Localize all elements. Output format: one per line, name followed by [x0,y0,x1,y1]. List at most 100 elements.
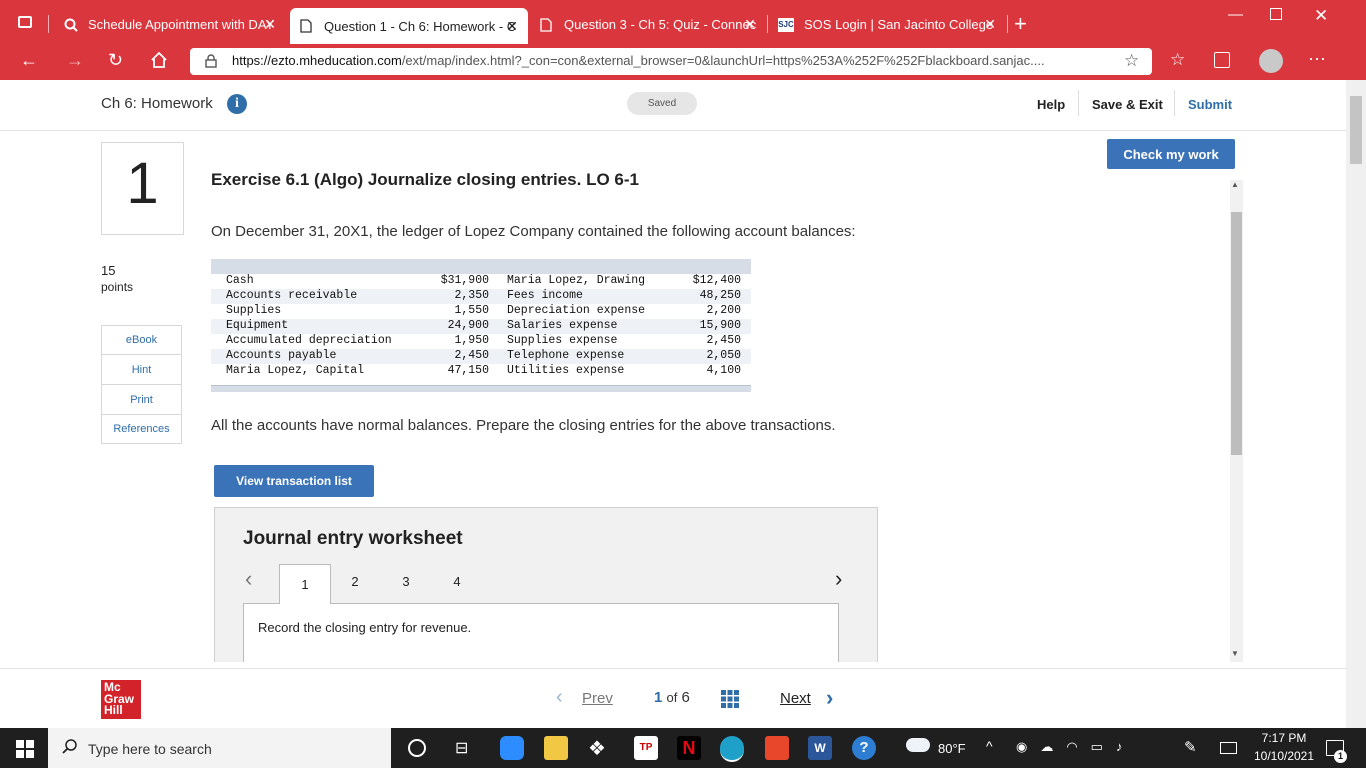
tray-icons[interactable]: ◉☁◠▭♪ [1016,739,1135,755]
grid-view-icon[interactable] [721,690,739,713]
pen-icon[interactable]: ✎ [1184,738,1197,756]
tab-question-1[interactable]: Question 1 - Ch 6: Homework - C ✕ [290,8,528,44]
task-view-icon[interactable]: ⊟ [455,738,468,758]
question-panel: Exercise 6.1 (Algo) Journalize closing e… [200,172,1228,662]
favorites-icon[interactable]: ☆ [1170,50,1185,70]
ledger-amount-left: 1,550 [454,304,489,317]
submit-button[interactable]: Submit [1188,97,1232,112]
ledger-amount-left: 24,900 [447,319,489,332]
prev-chevron-icon[interactable]: ‹ [556,686,563,709]
ledger-row: Accounts payable 2,450 Telephone expense 2,… [211,349,751,364]
notification-badge: 1 [1334,750,1347,763]
file-explorer-icon[interactable] [544,736,568,760]
close-tab-icon[interactable]: ✕ [264,16,276,33]
clock-time[interactable]: 7:17 PM [1252,731,1316,745]
zoom-icon[interactable] [500,736,524,760]
close-window-icon[interactable]: ✕ [1314,6,1328,26]
scroll-down-icon[interactable]: ▼ [1231,649,1239,658]
page-scrollbar[interactable] [1346,80,1366,728]
close-tab-icon[interactable]: ✕ [506,18,518,35]
edge-icon[interactable] [720,736,744,762]
refresh-icon[interactable]: ↻ [108,50,123,71]
mcgraw-hill-logo: Mc Graw Hill [101,680,141,719]
worksheet-tab-1[interactable]: 1 [279,564,331,605]
ledger-account-left: Accounts receivable [226,289,358,302]
references-button[interactable]: References [101,415,182,444]
page-scroll-thumb[interactable] [1350,96,1362,164]
print-button[interactable]: Print [101,385,182,415]
ledger-row: Maria Lopez, Capital 47,150 Utilities expe… [211,364,751,379]
scroll-up-icon[interactable]: ▲ [1231,180,1239,189]
netflix-icon[interactable]: N [677,736,701,760]
check-my-work-button[interactable]: Check my work [1107,139,1235,169]
ledger-amount-right: 2,050 [706,349,741,362]
ledger-account-right: Depreciation expense [507,304,646,317]
tab-actions-icon[interactable] [18,16,32,28]
ledger-amount-left: 2,350 [454,289,489,302]
page-of: of [666,690,678,705]
minimize-icon[interactable]: — [1228,6,1243,23]
ledger-account-right: Supplies expense [507,334,618,347]
question-scroll-thumb[interactable] [1231,212,1242,455]
lock-icon[interactable] [205,54,217,73]
tp-app-icon[interactable]: TP [634,736,658,760]
ledger-amount-left: $31,900 [440,274,489,287]
help-link[interactable]: Help [1037,97,1065,112]
dropbox-icon[interactable]: ❖ [588,736,606,761]
worksheet-tab-4[interactable]: 4 [447,574,467,589]
ledger-amount-left: 1,950 [454,334,489,347]
question-intro: On December 31, 20X1, the ledger of Lope… [211,223,856,240]
url-host: https://ezto.mheducation.com [232,53,402,68]
next-button[interactable]: Next [780,690,811,707]
info-icon[interactable]: i [227,94,247,114]
ledger-account-left: Cash [226,274,254,287]
worksheet-prev-icon[interactable]: ‹ [245,566,252,592]
ebook-button[interactable]: eBook [101,325,182,355]
tab-title: Question 3 - Ch 5: Quiz - Connec [564,17,757,32]
ledger-row: Accumulated depreciation 1,950 Supplies ex… [211,334,751,349]
weather-temperature[interactable]: 80°F [938,741,966,756]
help-app-icon[interactable]: ? [852,736,876,760]
search-icon [62,739,78,760]
next-chevron-icon[interactable]: › [826,685,833,711]
ledger-table: Cash $31,900 Maria Lopez, Drawing $12,400 Ac… [211,259,751,393]
close-tab-icon[interactable]: ✕ [984,16,996,33]
cortana-icon[interactable] [408,739,426,757]
word-icon[interactable]: W [808,736,832,760]
ledger-amount-left: 2,450 [454,349,489,362]
home-icon[interactable] [150,51,168,74]
hint-button[interactable]: Hint [101,355,182,385]
close-tab-icon[interactable]: ✕ [744,16,756,33]
view-transaction-list-button[interactable]: View transaction list [214,465,374,497]
taskbar-search-input[interactable]: Type here to search [88,741,212,757]
worksheet-tab-3[interactable]: 3 [396,574,416,589]
clock-date[interactable]: 10/10/2021 [1248,749,1320,763]
worksheet-next-icon[interactable]: › [835,566,842,592]
add-favorite-icon[interactable]: ☆ [1124,51,1139,71]
prev-button[interactable]: Prev [582,690,613,707]
instruction-text: All the accounts have normal balances. P… [211,417,836,434]
ledger-amount-right: 15,900 [699,319,741,332]
more-menu-icon[interactable]: ··· [1308,48,1326,69]
maximize-icon[interactable] [1270,8,1282,20]
weather-cloud-icon [906,738,930,752]
touch-keyboard-icon[interactable] [1220,742,1237,754]
page-icon [300,19,314,33]
table-top-rule [211,259,751,274]
forward-icon[interactable]: → [66,50,84,71]
logo-line: Hill [104,703,123,717]
windows-start-icon[interactable] [16,740,34,763]
profile-avatar[interactable] [1259,49,1283,73]
collections-icon[interactable] [1214,52,1230,68]
show-hidden-icons[interactable]: ^ [986,738,993,754]
tab-sos-login[interactable]: SJC SOS Login | San Jacinto College ✕ [768,9,1006,40]
new-tab-button[interactable]: + [1014,11,1027,37]
office-icon[interactable] [765,736,789,760]
back-icon[interactable]: ← [20,50,38,71]
tab-schedule-appointment[interactable]: Schedule Appointment with DAY ✕ [54,9,286,40]
tab-question-3[interactable]: Question 3 - Ch 5: Quiz - Connec ✕ [530,9,766,40]
worksheet-title: Journal entry worksheet [243,528,463,549]
save-exit-button[interactable]: Save & Exit [1092,97,1163,112]
table-bottom-rule [211,385,751,392]
worksheet-tab-2[interactable]: 2 [345,574,365,589]
